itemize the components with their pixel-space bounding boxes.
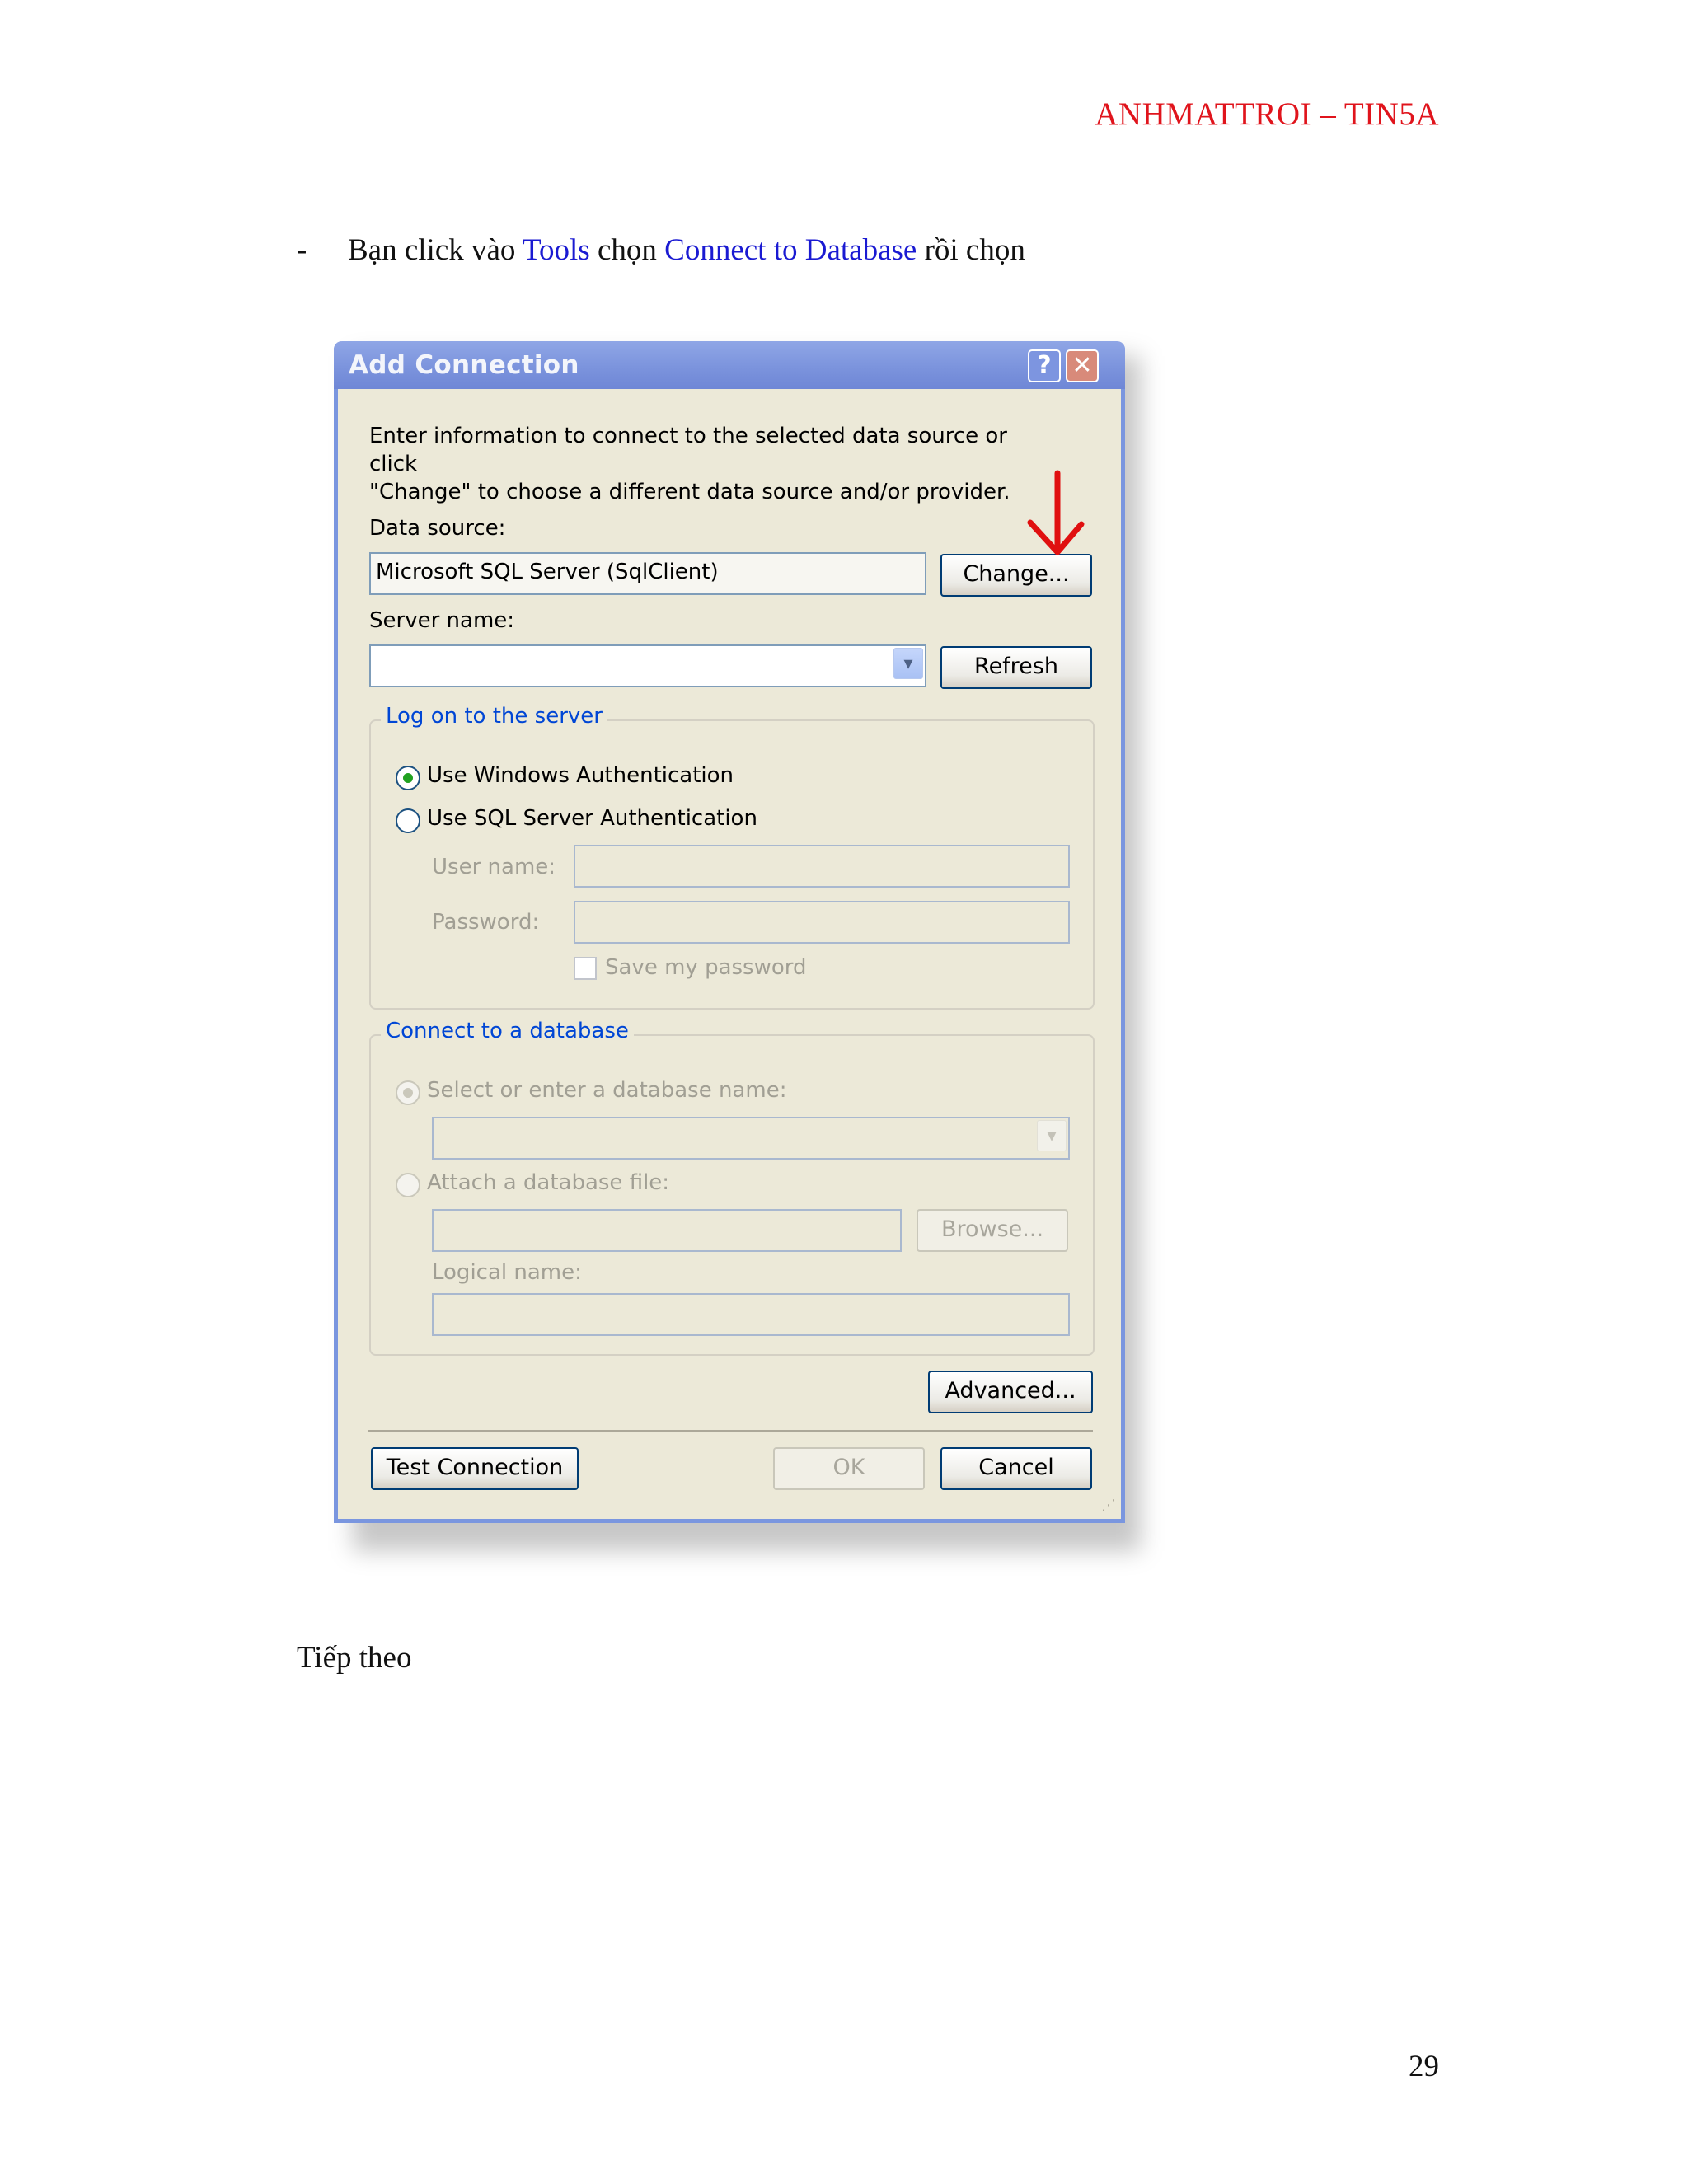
password-field[interactable] xyxy=(574,901,1070,944)
database-group-legend: Connect to a database xyxy=(381,1019,634,1043)
attach-file-radio[interactable] xyxy=(396,1173,420,1197)
instruction-part3: rồi chọn xyxy=(917,233,1025,267)
resize-grip-icon[interactable]: ⋰ xyxy=(1101,1497,1116,1514)
instruction-part2: chọn xyxy=(589,233,665,267)
add-connection-dialog: Add Connection ? ✕ Enter information to … xyxy=(334,341,1125,1523)
database-groupbox: Connect to a database Select or enter a … xyxy=(369,1019,1095,1356)
attach-file-field[interactable] xyxy=(432,1209,902,1252)
logon-group-legend: Log on to the server xyxy=(381,704,607,729)
database-name-combo[interactable]: ▾ xyxy=(432,1117,1070,1160)
close-button[interactable]: ✕ xyxy=(1066,349,1099,382)
chevron-down-icon[interactable]: ▾ xyxy=(893,648,923,679)
sql-auth-radio[interactable] xyxy=(396,808,420,833)
browse-button[interactable]: Browse... xyxy=(917,1209,1068,1252)
cancel-button[interactable]: Cancel xyxy=(940,1447,1092,1490)
save-password-checkbox[interactable] xyxy=(574,957,597,980)
server-name-combo[interactable]: ▾ xyxy=(369,644,926,687)
page-number: 29 xyxy=(1409,2050,1439,2083)
intro-text: Enter information to connect to the sele… xyxy=(369,422,1062,506)
attach-file-label: Attach a database file: xyxy=(427,1170,670,1195)
dialog-titlebar[interactable]: Add Connection ? ✕ xyxy=(334,341,1125,389)
page-header: ANHMATTROI – TIN5A xyxy=(1095,96,1439,132)
next-step-text: Tiếp theo xyxy=(297,1641,412,1675)
logical-name-field[interactable] xyxy=(432,1293,1070,1336)
server-name-label: Server name: xyxy=(369,608,515,633)
instruction-part1: Bạn click vào xyxy=(348,233,523,267)
windows-auth-radio[interactable] xyxy=(396,766,420,790)
bullet-dash: - xyxy=(297,233,307,267)
advanced-button[interactable]: Advanced... xyxy=(928,1371,1093,1413)
user-name-field[interactable] xyxy=(574,845,1070,888)
data-source-field[interactable]: Microsoft SQL Server (SqlClient) xyxy=(369,552,926,595)
select-db-radio[interactable] xyxy=(396,1080,420,1105)
ok-button[interactable]: OK xyxy=(773,1447,925,1490)
data-source-label: Data source: xyxy=(369,516,506,541)
test-connection-button[interactable]: Test Connection xyxy=(371,1447,579,1490)
dialog-title: Add Connection xyxy=(349,350,579,380)
save-password-label: Save my password xyxy=(605,955,807,980)
sql-auth-label[interactable]: Use SQL Server Authentication xyxy=(427,806,757,831)
dialog-separator xyxy=(368,1430,1093,1432)
connect-to-database-term: Connect to Database xyxy=(664,233,917,267)
logical-name-label: Logical name: xyxy=(432,1260,582,1285)
tools-menu-term: Tools xyxy=(523,233,590,267)
chevron-down-icon[interactable]: ▾ xyxy=(1037,1120,1067,1151)
password-label: Password: xyxy=(432,910,540,935)
intro-line-1: Enter information to connect to the sele… xyxy=(369,424,1007,476)
select-db-label: Select or enter a database name: xyxy=(427,1078,787,1103)
help-button[interactable]: ? xyxy=(1028,349,1061,382)
windows-auth-label[interactable]: Use Windows Authentication xyxy=(427,763,734,788)
intro-line-2: "Change" to choose a different data sour… xyxy=(369,480,1010,504)
instruction-text: Bạn click vào Tools chọn Connect to Data… xyxy=(348,232,1025,268)
red-annotation-arrow-icon xyxy=(1027,470,1085,555)
refresh-button[interactable]: Refresh xyxy=(940,646,1092,689)
user-name-label: User name: xyxy=(432,855,556,879)
logon-groupbox: Log on to the server Use Windows Authent… xyxy=(369,704,1095,1010)
